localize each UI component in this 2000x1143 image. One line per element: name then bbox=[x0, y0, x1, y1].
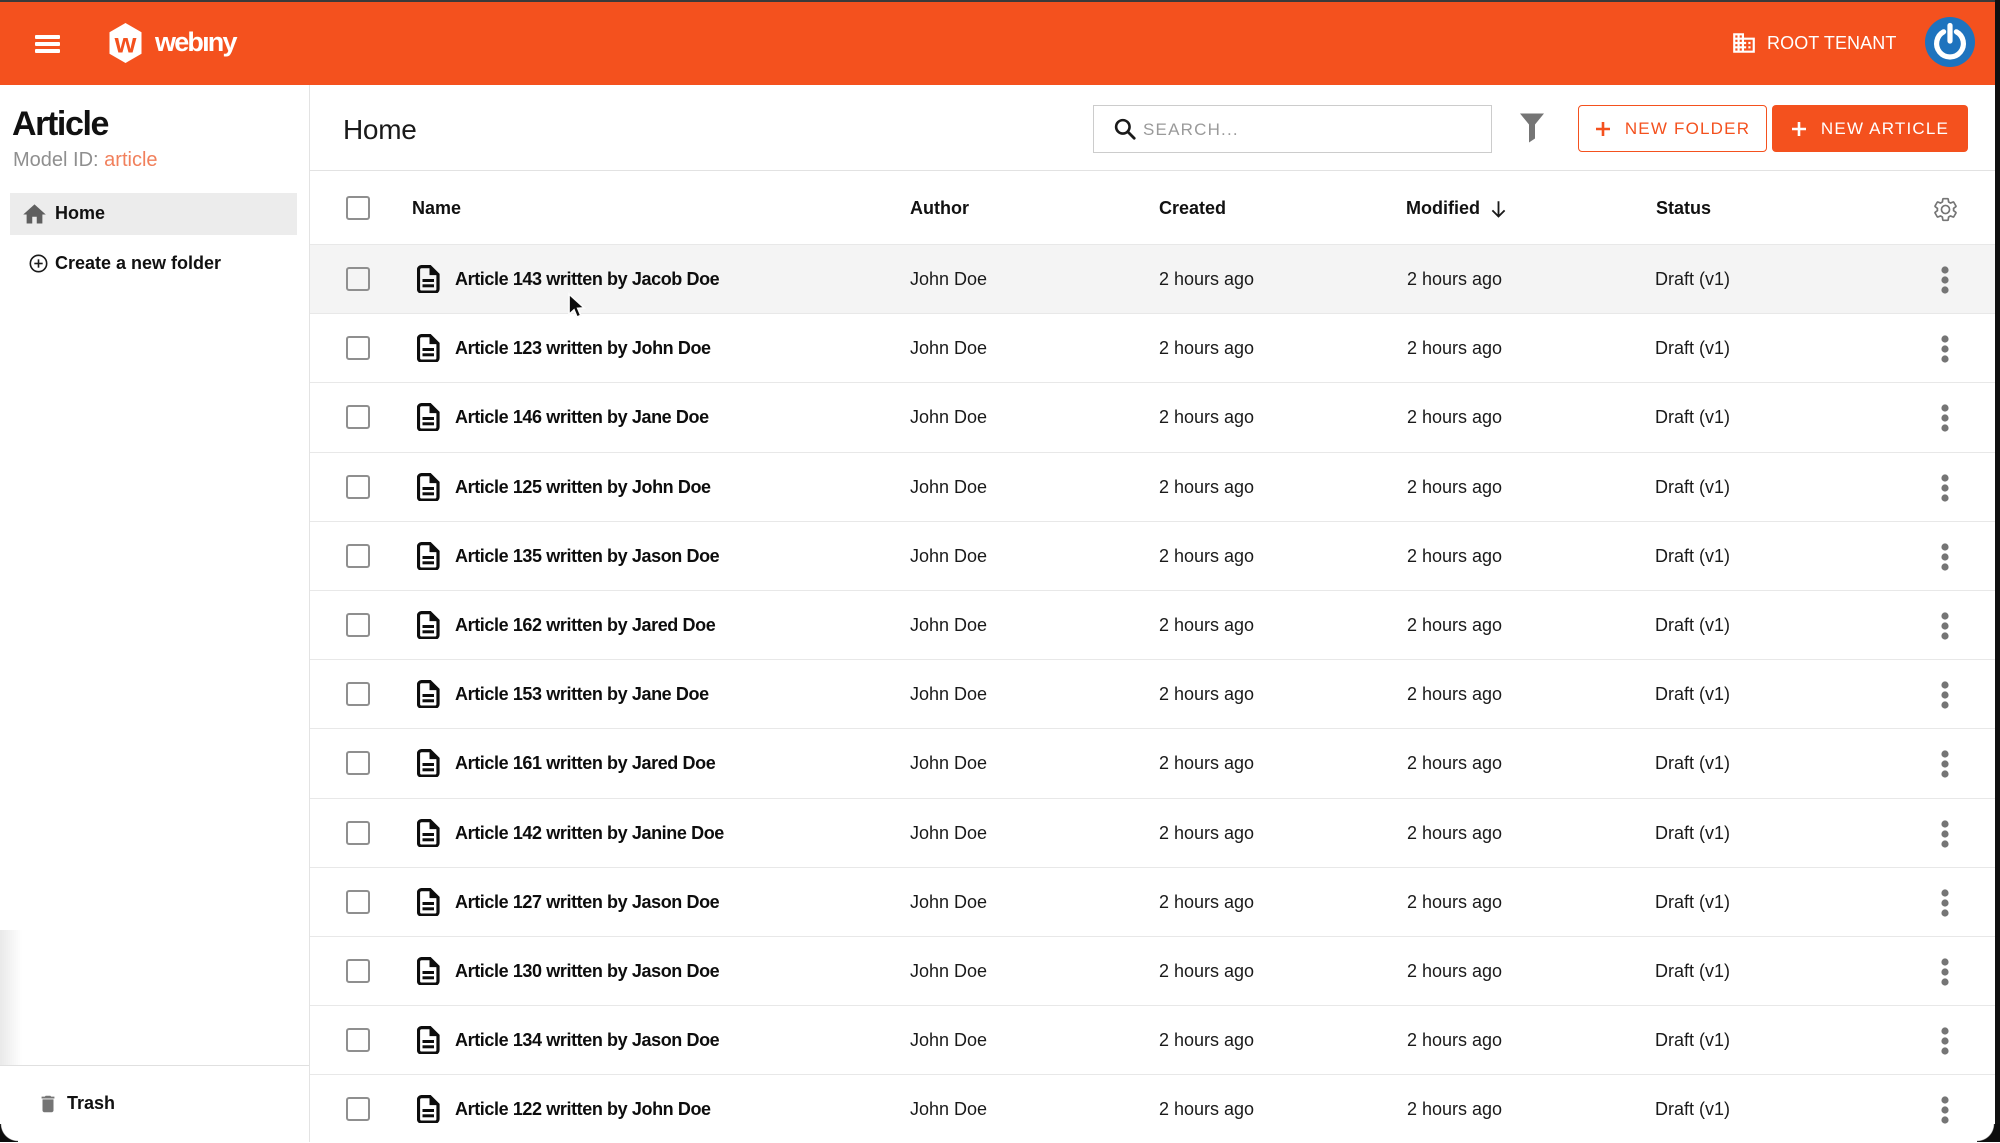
svg-text:w: w bbox=[114, 28, 137, 59]
